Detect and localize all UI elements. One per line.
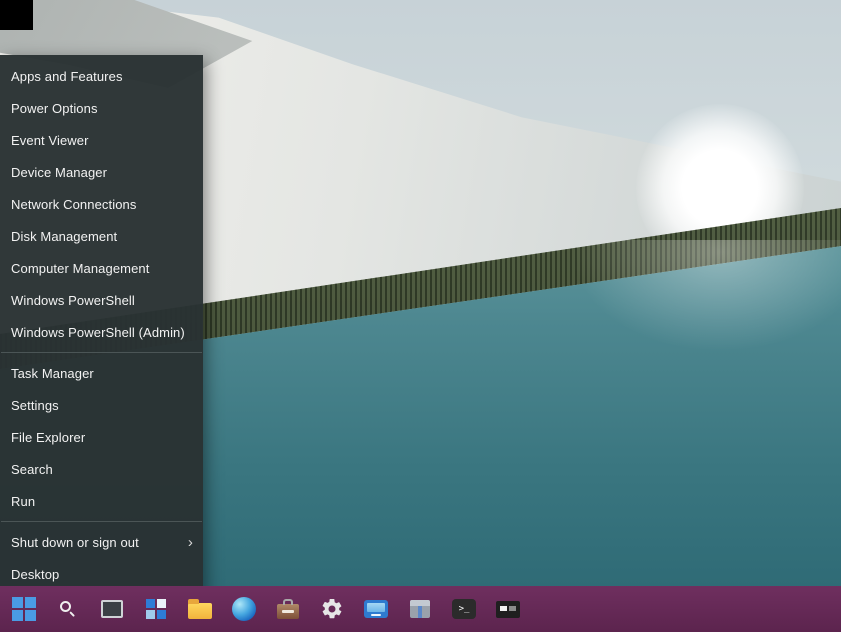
settings-gear-icon	[320, 597, 344, 621]
edge-browser-icon	[232, 597, 256, 621]
menu-item-power-options[interactable]: Power Options	[0, 92, 203, 124]
briefcase-app-icon	[277, 604, 299, 619]
search-icon	[60, 601, 76, 617]
windows-logo-icon	[12, 597, 36, 621]
menu-item-network-connections[interactable]: Network Connections	[0, 188, 203, 220]
menu-item-windows-powershell-admin[interactable]: Windows PowerShell (Admin)	[0, 316, 203, 348]
menu-item-disk-management[interactable]: Disk Management	[0, 220, 203, 252]
chevron-right-icon: ›	[188, 535, 193, 550]
menu-item-windows-powershell[interactable]: Windows PowerShell	[0, 284, 203, 316]
search-button[interactable]	[54, 589, 82, 629]
package-app-icon	[410, 600, 430, 618]
menu-item-event-viewer[interactable]: Event Viewer	[0, 124, 203, 156]
taskbar-app-package[interactable]	[406, 589, 434, 629]
menu-item-label: File Explorer	[11, 430, 85, 445]
menu-item-label: Task Manager	[11, 366, 94, 381]
menu-item-computer-management[interactable]: Computer Management	[0, 252, 203, 284]
taskbar-app-terminal[interactable]: >_	[450, 589, 478, 629]
taskbar-app-monitor[interactable]	[362, 589, 390, 629]
menu-item-search[interactable]: Search	[0, 453, 203, 485]
taskbar: >_	[0, 586, 841, 632]
winx-quick-link-menu: Apps and Features Power Options Event Vi…	[0, 55, 203, 595]
taskbar-app-briefcase[interactable]	[274, 589, 302, 629]
menu-item-settings[interactable]: Settings	[0, 389, 203, 421]
menu-item-apps-and-features[interactable]: Apps and Features	[0, 60, 203, 92]
menu-item-label: Windows PowerShell (Admin)	[11, 325, 185, 340]
menu-item-label: Network Connections	[11, 197, 136, 212]
file-explorer-icon	[188, 603, 212, 619]
taskbar-app-edge[interactable]	[230, 589, 258, 629]
menu-item-label: Device Manager	[11, 165, 107, 180]
menu-item-label: Power Options	[11, 101, 98, 116]
menu-item-label: Windows PowerShell	[11, 293, 135, 308]
menu-item-shut-down-or-sign-out[interactable]: Shut down or sign out ›	[0, 526, 203, 558]
menu-item-label: Computer Management	[11, 261, 149, 276]
taskbar-app-settings[interactable]	[318, 589, 346, 629]
menu-item-device-manager[interactable]: Device Manager	[0, 156, 203, 188]
menu-item-label: Run	[11, 494, 35, 509]
menu-item-label: Desktop	[11, 567, 59, 582]
taskbar-app-window[interactable]	[98, 589, 126, 629]
console-app-icon	[496, 601, 520, 618]
menu-separator	[1, 521, 202, 522]
wallpaper-sun-reflection	[560, 240, 841, 360]
menu-item-label: Event Viewer	[11, 133, 89, 148]
menu-separator	[1, 352, 202, 353]
window-app-icon	[101, 600, 123, 618]
taskbar-app-console[interactable]	[494, 589, 522, 629]
menu-item-label: Disk Management	[11, 229, 117, 244]
menu-item-label: Settings	[11, 398, 59, 413]
widgets-icon	[146, 599, 166, 619]
terminal-icon: >_	[452, 599, 476, 619]
menu-item-file-explorer[interactable]: File Explorer	[0, 421, 203, 453]
menu-item-label: Search	[11, 462, 53, 477]
top-left-black-region	[0, 0, 33, 30]
menu-item-run[interactable]: Run	[0, 485, 203, 517]
taskbar-app-file-explorer[interactable]	[186, 589, 214, 629]
start-button[interactable]	[10, 589, 38, 629]
monitor-app-icon	[364, 600, 388, 618]
terminal-prompt-glyph: >_	[459, 604, 470, 614]
menu-item-label: Apps and Features	[11, 69, 123, 84]
menu-item-label: Shut down or sign out	[11, 535, 139, 550]
menu-item-task-manager[interactable]: Task Manager	[0, 357, 203, 389]
taskbar-app-widgets[interactable]	[142, 589, 170, 629]
